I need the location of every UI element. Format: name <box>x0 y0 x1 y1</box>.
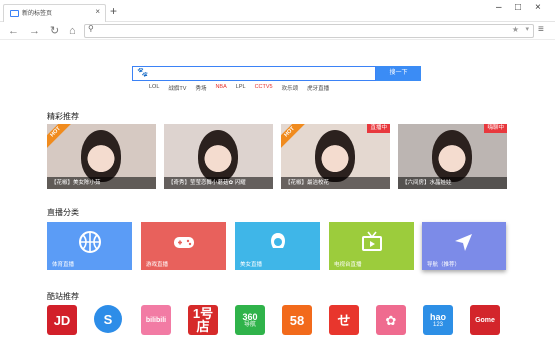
baidu-paw-icon: 🐾 <box>137 67 149 77</box>
streamer-photo <box>432 130 472 182</box>
site-logo-text: せ <box>337 312 351 328</box>
navigation-arrow-icon <box>452 230 476 254</box>
live-badge: 直播中 <box>367 124 390 133</box>
streamer-photo <box>315 130 355 182</box>
forward-icon[interactable]: → <box>29 23 40 39</box>
hot-ribbon: HOT <box>281 124 309 152</box>
category-tile[interactable]: 导航（推荐） <box>422 222 506 270</box>
site-logo-text: 58 <box>289 312 305 328</box>
back-icon[interactable]: ← <box>8 23 19 39</box>
stream-card[interactable]: HOT 【花椒】美女陈小茹 <box>47 124 156 189</box>
new-tab-button[interactable]: + <box>110 4 117 18</box>
site-logo-text: 360 <box>242 311 258 322</box>
card-caption: 【花椒】美女陈小茹 <box>47 177 156 189</box>
jd-logo-icon[interactable]: JD <box>47 305 77 335</box>
search-button[interactable]: 搜一下 <box>376 66 421 81</box>
address-bar[interactable]: ⚲ ★ ▾ <box>84 24 534 38</box>
sogou-logo-icon[interactable]: S <box>94 305 122 333</box>
bilibili-logo-icon[interactable]: bilibili <box>141 305 171 335</box>
hao123-logo-icon[interactable]: hao 123 <box>423 305 453 335</box>
quick-links: LOL 战旗TV 秀场 NBA LPL CCTV5 欢乐颂 虎牙直播 <box>149 84 329 92</box>
basketball-icon <box>78 230 102 254</box>
site-logo-text: JD <box>53 312 71 328</box>
dropdown-icon[interactable]: ▾ <box>525 25 529 33</box>
browser-tab[interactable]: 新的标签页 × <box>3 4 106 22</box>
card-caption: 【花椒】最洁校花 <box>281 177 390 189</box>
close-tab-icon[interactable]: × <box>95 7 100 16</box>
hot-ribbon: HOT <box>47 124 75 152</box>
tab-title: 新的标签页 <box>22 11 53 17</box>
quick-link[interactable]: NBA <box>215 84 226 92</box>
site-logo-text: bilibili <box>145 316 167 324</box>
category-tile[interactable]: 游戏直播 <box>141 222 226 270</box>
category-label: 导航（推荐） <box>427 262 461 268</box>
stream-card[interactable]: 【奇秀】莹莹恋舞小蘑菇✿ 闪耀 <box>164 124 273 189</box>
menu-icon[interactable]: ≡ <box>538 24 544 35</box>
site-logo-text: S <box>103 311 113 327</box>
quick-link[interactable]: 欢乐颂 <box>282 84 299 92</box>
live-badge: 嗨聊中 <box>484 124 507 133</box>
category-tile[interactable]: 体育直播 <box>47 222 132 270</box>
stream-card[interactable]: 嗨聊中【六间房】水晶娃娃 <box>398 124 507 189</box>
card-caption: 【六间房】水晶娃娃 <box>398 177 507 189</box>
quick-link[interactable]: LPL <box>236 84 246 92</box>
gamepad-icon <box>172 230 196 254</box>
card-caption: 【奇秀】莹莹恋舞小蘑菇✿ 闪耀 <box>164 177 273 189</box>
site-logo-text: hao <box>429 311 446 322</box>
refresh-icon[interactable]: ↻ <box>50 23 59 39</box>
category-label: 游戏直播 <box>146 262 169 268</box>
site-logo-text: 1号店 <box>192 306 214 334</box>
site-logo-subtext: 123 <box>432 321 443 328</box>
streamer-photo <box>198 130 238 182</box>
quick-link[interactable]: LOL <box>149 84 159 92</box>
site-logo-text: ✿ <box>385 312 397 328</box>
toolbar: ← → ↻ ⌂ ⚲ ★ ▾ ≡ <box>0 22 555 40</box>
maximize-icon[interactable]: □ <box>515 2 521 13</box>
category-tile[interactable]: 美女直播 <box>235 222 320 270</box>
58-logo-icon[interactable]: 58 <box>282 305 312 335</box>
search-icon: ⚲ <box>88 24 94 33</box>
tv-icon <box>360 230 384 254</box>
category-label: 体育直播 <box>52 262 75 268</box>
quick-link[interactable]: 战旗TV <box>168 84 186 92</box>
site-logo-text: Gome <box>475 316 495 324</box>
yhd-logo-icon[interactable]: 1号店 <box>188 305 218 335</box>
meituan-logo-icon[interactable]: せ <box>329 305 359 335</box>
category-label: 美女直播 <box>240 262 263 268</box>
quick-link[interactable]: 虎牙直播 <box>307 84 329 92</box>
girl-icon <box>266 230 290 254</box>
tab-bar: 新的标签页 × + – □ × <box>0 0 555 22</box>
flower-logo-icon[interactable]: ✿ <box>376 305 406 335</box>
quick-link[interactable]: 秀场 <box>195 84 206 92</box>
streamer-photo <box>81 130 121 182</box>
search-input[interactable] <box>132 66 376 81</box>
gome-logo-icon[interactable]: Gome <box>470 305 500 335</box>
quick-link[interactable]: CCTV5 <box>255 84 273 92</box>
category-label: 电视台直播 <box>334 262 362 268</box>
360-logo-icon[interactable]: 360 导航 <box>235 305 265 335</box>
section-title-categories: 直播分类 <box>47 208 79 217</box>
section-title-sites: 酷站推荐 <box>47 292 79 301</box>
page-icon <box>10 10 19 17</box>
category-tile[interactable]: 电视台直播 <box>329 222 414 270</box>
minimize-icon[interactable]: – <box>496 2 502 13</box>
home-icon[interactable]: ⌂ <box>69 23 76 39</box>
site-logo-subtext: 导航 <box>243 321 256 328</box>
stream-card[interactable]: HOT 直播中【花椒】最洁校花 <box>281 124 390 189</box>
section-title-recommend: 精彩推荐 <box>47 112 79 121</box>
bookmark-star-icon[interactable]: ★ <box>512 25 519 34</box>
close-window-icon[interactable]: × <box>535 2 541 13</box>
